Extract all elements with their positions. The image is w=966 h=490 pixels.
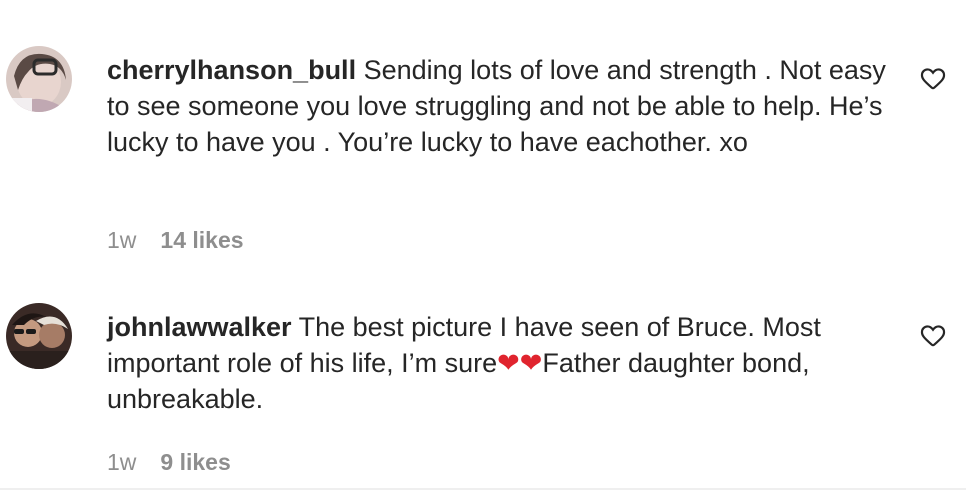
like-button[interactable]: [918, 64, 948, 94]
comment-body: johnlawwalker The best picture I have se…: [107, 309, 897, 417]
comment-likes[interactable]: 9 likes: [160, 449, 230, 476]
heart-outline-icon: [920, 68, 946, 90]
comment-username[interactable]: cherrylhanson_bull: [107, 55, 356, 85]
comment-username[interactable]: johnlawwalker: [107, 312, 292, 342]
like-button[interactable]: [918, 321, 948, 351]
comment-time[interactable]: 1w: [107, 227, 136, 254]
comment-meta: 1w 14 likes: [107, 227, 244, 254]
avatar-image: [6, 46, 72, 112]
comments-list: cherrylhanson_bull Sending lots of love …: [0, 0, 966, 490]
comment-likes[interactable]: 14 likes: [160, 227, 243, 254]
heart-emoji: ❤❤: [497, 348, 543, 378]
heart-outline-icon: [920, 325, 946, 347]
comment-time[interactable]: 1w: [107, 449, 136, 476]
avatar-image: [6, 303, 72, 369]
avatar[interactable]: [6, 303, 72, 369]
comment-meta: 1w 9 likes: [107, 449, 231, 476]
avatar[interactable]: [6, 46, 72, 112]
comment-body: cherrylhanson_bull Sending lots of love …: [107, 52, 897, 160]
